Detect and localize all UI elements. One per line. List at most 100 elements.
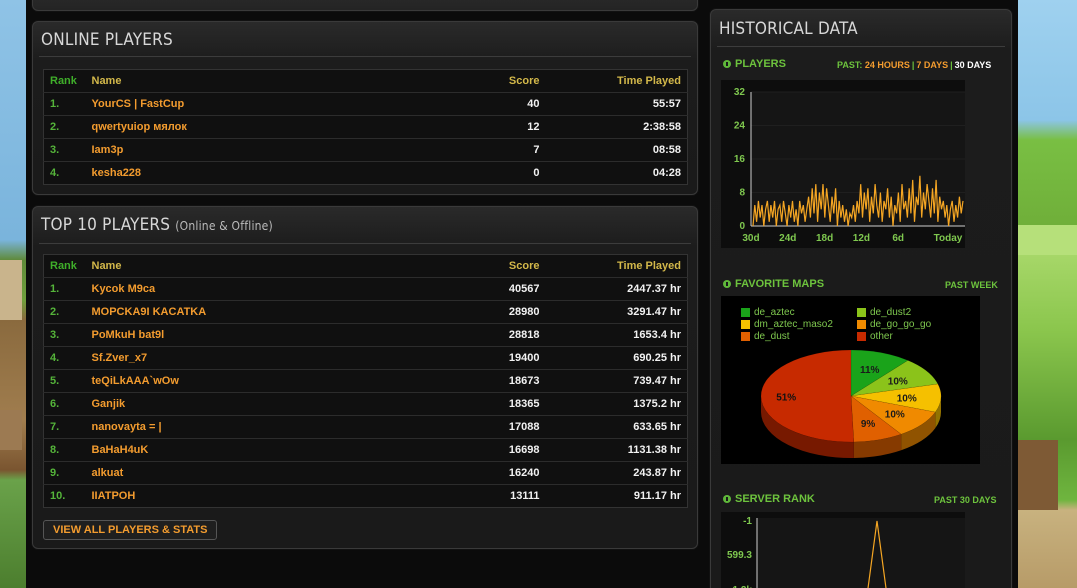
rank-cell: 2. bbox=[43, 300, 86, 324]
score-cell: 28818 bbox=[445, 323, 546, 347]
title-divider bbox=[39, 56, 691, 57]
range-past-label: PAST: bbox=[837, 60, 863, 70]
range-separator: | bbox=[911, 60, 915, 70]
online-players-panel: ONLINE PLAYERS Rank Name Score Time Play… bbox=[32, 21, 698, 195]
favorite-maps-pie-chart: 11% 10% 10% 10% 9% 51% bbox=[760, 349, 942, 458]
plot-area bbox=[757, 518, 965, 588]
player-name-link[interactable]: YourCS | FastCup bbox=[85, 92, 446, 116]
col-score: Score bbox=[445, 69, 546, 93]
score-cell: 7 bbox=[445, 138, 546, 162]
rank-section-label: SERVER RANK bbox=[723, 493, 815, 505]
player-name-link[interactable]: BaHaH4uK bbox=[85, 438, 446, 462]
pie-slice-label: 9% bbox=[861, 419, 876, 430]
rank-cell: 4. bbox=[43, 346, 86, 370]
player-name-link[interactable]: PoMkuH bat9l bbox=[85, 323, 446, 347]
player-name-link[interactable]: Iam3p bbox=[85, 138, 446, 162]
rank-label-text: SERVER RANK bbox=[735, 493, 815, 505]
time-played-cell: 2:38:58 bbox=[545, 115, 688, 139]
top-players-subtitle: (Online & Offline) bbox=[175, 219, 273, 233]
panel-top-cutoff bbox=[32, 0, 698, 11]
player-name-link[interactable]: nanovayta = | bbox=[85, 415, 446, 439]
y-tick-label: 32 bbox=[734, 87, 746, 98]
col-rank: Rank bbox=[43, 69, 86, 93]
player-name-link[interactable]: teQiLkAAA`wOw bbox=[85, 369, 446, 393]
y-tick-label: 8 bbox=[739, 188, 745, 199]
player-name-link[interactable]: Sf.Zver_x7 bbox=[85, 346, 446, 370]
range-option-7d[interactable]: 7 DAYS bbox=[916, 60, 948, 70]
info-bullet-icon bbox=[723, 495, 731, 503]
x-tick-label: 6d bbox=[892, 233, 904, 244]
time-played-cell: 633.65 hr bbox=[545, 415, 688, 439]
pie-slice-label: 10% bbox=[888, 376, 908, 387]
table-header-row: Rank Name Score Time Played bbox=[43, 254, 688, 278]
pie-slice-label: 51% bbox=[776, 393, 796, 404]
rank-cell: 9. bbox=[43, 461, 86, 485]
score-cell: 17088 bbox=[445, 415, 546, 439]
title-divider bbox=[717, 46, 1005, 47]
view-all-players-button[interactable]: VIEW ALL PLAYERS & STATS bbox=[43, 520, 218, 540]
range-option-24h[interactable]: 24 HOURS bbox=[865, 60, 910, 70]
range-selector: PAST: 24 HOURS | 7 DAYS | 30 DAYS bbox=[837, 60, 991, 70]
rank-cell: 2. bbox=[43, 115, 86, 139]
table-row: 10. IIATPOH 13111 911.17 hr bbox=[43, 484, 688, 508]
table-row: 9. alkuat 16240 243.87 hr bbox=[43, 461, 688, 485]
rank-cell: 1. bbox=[43, 92, 86, 116]
table-row: 3. PoMkuH bat9l 28818 1653.4 hr bbox=[43, 323, 688, 347]
x-tick-label: 18d bbox=[816, 233, 833, 244]
rank-cell: 10. bbox=[43, 484, 86, 508]
players-line-chart: 0 8 16 24 32 30d 24d 18d 12d 6d Today bbox=[734, 87, 965, 244]
server-rank-chart-area: -1599.31.2k bbox=[721, 512, 965, 588]
time-played-cell: 690.25 hr bbox=[545, 346, 688, 370]
online-players-table: Rank Name Score Time Played 1. YourCS | F… bbox=[43, 69, 688, 185]
rank-cell: 8. bbox=[43, 438, 86, 462]
table-row: 7. nanovayta = | 17088 633.65 hr bbox=[43, 415, 688, 439]
table-row: 8. BaHaH4uK 16698 1131.38 hr bbox=[43, 438, 688, 462]
player-name-link[interactable]: qwertyuiop мялок bbox=[85, 115, 446, 139]
col-score: Score bbox=[445, 254, 546, 278]
score-cell: 18365 bbox=[445, 392, 546, 416]
range-option-30d[interactable]: 30 DAYS bbox=[955, 60, 992, 70]
maps-period: PAST WEEK bbox=[945, 280, 998, 290]
background-block bbox=[1018, 440, 1058, 510]
player-name-link[interactable]: Kycok M9ca bbox=[85, 277, 446, 301]
time-played-cell: 243.87 hr bbox=[545, 461, 688, 485]
pie-slice-label: 10% bbox=[885, 410, 905, 421]
col-rank: Rank bbox=[43, 254, 86, 278]
online-players-title: ONLINE PLAYERS bbox=[41, 30, 173, 50]
player-name-link[interactable]: kesha228 bbox=[85, 161, 446, 185]
info-bullet-icon bbox=[723, 280, 731, 288]
x-tick-label: 12d bbox=[853, 233, 870, 244]
rank-cell: 3. bbox=[43, 323, 86, 347]
player-name-link[interactable]: alkuat bbox=[85, 461, 446, 485]
x-tick-label: 24d bbox=[779, 233, 796, 244]
player-name-link[interactable]: MOPCKA9I KACATKA bbox=[85, 300, 446, 324]
time-played-cell: 04:28 bbox=[545, 161, 688, 185]
title-divider bbox=[39, 243, 691, 244]
table-row: 2. MOPCKA9I KACATKA 28980 3291.47 hr bbox=[43, 300, 688, 324]
col-time-played: Time Played bbox=[545, 69, 688, 93]
y-tick-label: 24 bbox=[734, 121, 746, 132]
range-separator: | bbox=[950, 60, 953, 70]
time-played-cell: 739.47 hr bbox=[545, 369, 688, 393]
top-players-heading: TOP 10 PLAYERS bbox=[41, 215, 171, 235]
historical-data-panel: HISTORICAL DATA PLAYERS PAST: 24 HOURS | 7… bbox=[710, 9, 1012, 588]
y-tick-label: 599.3 bbox=[727, 550, 752, 561]
rank-cell: 6. bbox=[43, 392, 86, 416]
player-name-link[interactable]: IIATPOH bbox=[85, 484, 446, 508]
background-block bbox=[0, 410, 22, 450]
time-played-cell: 3291.47 hr bbox=[545, 300, 688, 324]
time-played-cell: 1653.4 hr bbox=[545, 323, 688, 347]
rank-cell: 4. bbox=[43, 161, 86, 185]
rank-cell: 7. bbox=[43, 415, 86, 439]
top-players-table: Rank Name Score Time Played 1. Kycok M9ca… bbox=[43, 254, 688, 508]
top-players-panel: TOP 10 PLAYERS (Online & Offline) Rank N… bbox=[32, 206, 698, 549]
player-name-link[interactable]: Ganjik bbox=[85, 392, 446, 416]
table-row: 1. Kycok M9ca 40567 2447.37 hr bbox=[43, 277, 688, 301]
players-label-text: PLAYERS bbox=[735, 58, 786, 70]
score-cell: 16240 bbox=[445, 461, 546, 485]
table-row: 4. kesha228 0 04:28 bbox=[43, 161, 688, 185]
score-cell: 40567 bbox=[445, 277, 546, 301]
background-block bbox=[1018, 225, 1077, 255]
score-cell: 28980 bbox=[445, 300, 546, 324]
score-cell: 40 bbox=[445, 92, 546, 116]
